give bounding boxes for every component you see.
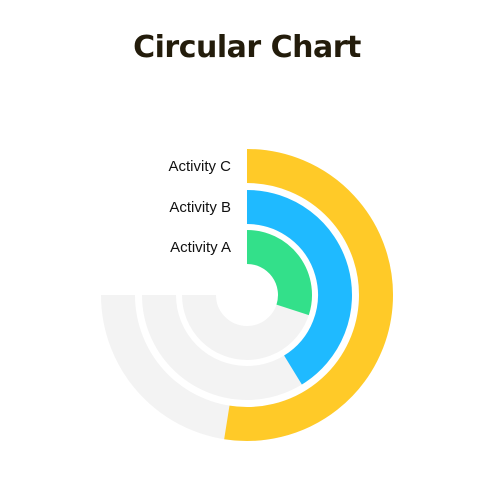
ring-labels: Activity A Activity B Activity C	[168, 158, 231, 256]
radial-bar-chart: Activity A Activity B Activity C	[101, 149, 393, 441]
label-activity-b: Activity B	[169, 199, 231, 216]
label-activity-a: Activity A	[170, 239, 231, 256]
bar-activity-a	[246, 230, 312, 316]
label-activity-c: Activity C	[168, 158, 231, 175]
